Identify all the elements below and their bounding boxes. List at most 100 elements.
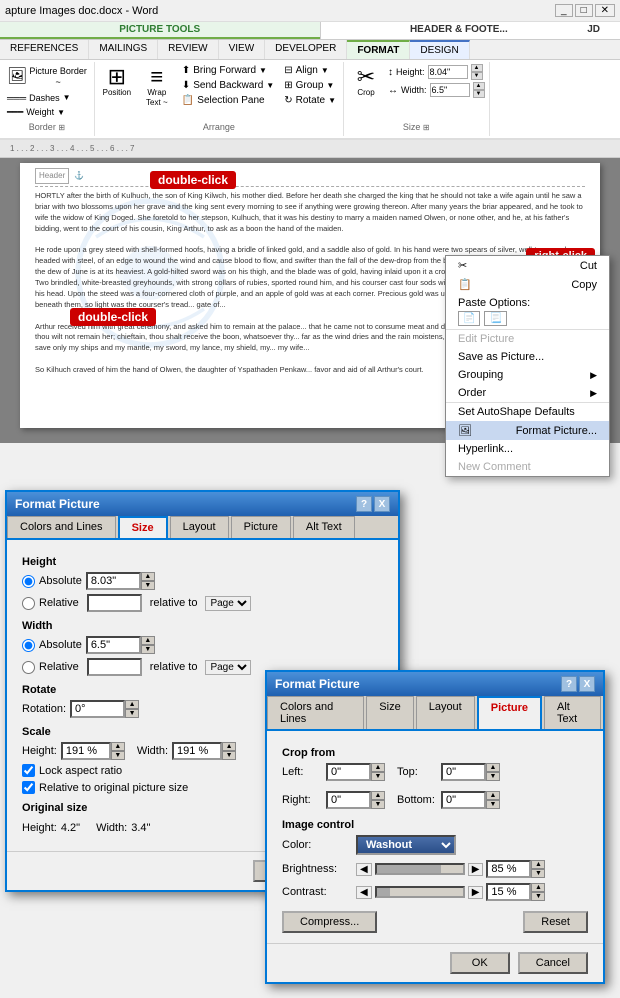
height-spin-up[interactable]: ▲	[141, 572, 155, 581]
crop-right-input[interactable]	[326, 791, 371, 809]
dialog2-tab-layout[interactable]: Layout	[416, 696, 475, 729]
rotate-btn[interactable]: ↻ Rotate ▼	[281, 94, 339, 107]
contrast-input[interactable]	[486, 883, 531, 901]
tab-design[interactable]: DESIGN	[410, 40, 469, 59]
lock-aspect-checkbox[interactable]	[22, 764, 35, 777]
tab-format[interactable]: FORMAT	[347, 40, 410, 59]
tab-mailings[interactable]: MAILINGS	[89, 40, 158, 59]
width-relative-radio[interactable]	[22, 661, 35, 674]
tab-developer[interactable]: DEVELOPER	[265, 40, 347, 59]
width-spin-up[interactable]: ▲	[473, 82, 485, 90]
scale-width-spin-down[interactable]: ▼	[222, 751, 236, 760]
dialog1-tab-alt-text[interactable]: Alt Text	[293, 516, 355, 538]
dialog1-close-btn[interactable]: X	[374, 496, 390, 512]
size-expand-icon[interactable]: ⊞	[423, 123, 430, 132]
crop-left-spin-down[interactable]: ▼	[371, 772, 385, 781]
width-spin-down[interactable]: ▼	[473, 90, 485, 98]
crop-left-spin-up[interactable]: ▲	[371, 763, 385, 772]
bring-forward-btn[interactable]: ⬆ Bring Forward ▼	[179, 64, 277, 77]
dialog1-tab-colors-lines[interactable]: Colors and Lines	[7, 516, 116, 538]
wrap-text-btn[interactable]: ≡ Wrap Text ~	[139, 64, 175, 109]
crop-bottom-input[interactable]	[441, 791, 486, 809]
width-relative-input[interactable]	[87, 658, 142, 676]
tab-review[interactable]: REVIEW	[158, 40, 218, 59]
height-absolute-radio[interactable]	[22, 575, 35, 588]
dialog2-cancel-btn[interactable]: Cancel	[518, 952, 588, 974]
contrast-spin-down[interactable]: ▼	[531, 892, 545, 901]
contrast-spin-up[interactable]: ▲	[531, 883, 545, 892]
scale-height-spin-up[interactable]: ▲	[111, 742, 125, 751]
ctx-hyperlink[interactable]: Hyperlink...	[446, 440, 609, 458]
dialog1-tab-picture[interactable]: Picture	[231, 516, 291, 538]
scale-height-input[interactable]	[61, 742, 111, 760]
selection-pane-btn[interactable]: 📋 Selection Pane	[179, 94, 277, 107]
width-input[interactable]	[430, 83, 470, 97]
dialog2-close-btn[interactable]: X	[579, 676, 595, 692]
height-spin-down[interactable]: ▼	[141, 581, 155, 590]
height-relative-input[interactable]	[87, 594, 142, 612]
align-btn[interactable]: ⊟ Align ▼	[281, 64, 339, 77]
restore-btn[interactable]: □	[575, 4, 593, 17]
width-spin-down[interactable]: ▼	[141, 645, 155, 654]
tab-references[interactable]: REFERENCES	[0, 40, 89, 59]
send-backward-btn[interactable]: ⬇ Send Backward ▼	[179, 79, 277, 92]
paste-icon-1[interactable]: 📄	[458, 311, 480, 326]
ctx-cut[interactable]: ✂ Cut	[446, 256, 609, 275]
paste-icon-2[interactable]: 📃	[484, 311, 506, 326]
crop-left-input[interactable]	[326, 763, 371, 781]
dialog2-tab-colors-lines[interactable]: Colors and Lines	[267, 696, 364, 729]
brightness-right-btn[interactable]: ▶	[468, 863, 484, 876]
ctx-order[interactable]: Order ▶	[446, 384, 609, 402]
border-expand-icon[interactable]: ⊞	[58, 123, 65, 132]
dialog2-tab-picture[interactable]: Picture	[477, 696, 542, 729]
dialog2-reset-btn[interactable]: Reset	[523, 911, 588, 933]
ctx-save-as-picture[interactable]: Save as Picture...	[446, 348, 609, 366]
height-relative-select[interactable]: Page	[205, 596, 251, 611]
compress-btn[interactable]: Compress...	[282, 911, 377, 933]
ctx-format-picture[interactable]: 🖼 Format Picture...	[446, 421, 609, 440]
color-select[interactable]: Washout Automatic Grayscale Black & Whit…	[356, 835, 456, 855]
contrast-left-btn[interactable]: ◀	[356, 886, 372, 899]
dialog1-tab-layout[interactable]: Layout	[170, 516, 229, 538]
group-btn[interactable]: ⊞ Group ▼	[281, 79, 339, 92]
crop-bottom-spin-up[interactable]: ▲	[486, 791, 500, 800]
height-absolute-input[interactable]	[86, 572, 141, 590]
crop-right-spin-up[interactable]: ▲	[371, 791, 385, 800]
width-spin-up[interactable]: ▲	[141, 636, 155, 645]
crop-right-spin-down[interactable]: ▼	[371, 800, 385, 809]
ctx-paste-options[interactable]: Paste Options: 📄 📃	[446, 294, 609, 329]
ctx-set-autoshape[interactable]: Set AutoShape Defaults	[446, 402, 609, 421]
width-relative-select[interactable]: Page	[205, 660, 251, 675]
crop-bottom-spin-down[interactable]: ▼	[486, 800, 500, 809]
height-input[interactable]	[428, 65, 468, 79]
height-spin-down[interactable]: ▼	[471, 72, 483, 80]
brightness-spin-down[interactable]: ▼	[531, 869, 545, 878]
crop-top-input[interactable]	[441, 763, 486, 781]
rotation-spin-down[interactable]: ▼	[125, 709, 139, 718]
height-spin-up[interactable]: ▲	[471, 64, 483, 72]
scale-height-spin-down[interactable]: ▼	[111, 751, 125, 760]
scale-width-spin-up[interactable]: ▲	[222, 742, 236, 751]
brightness-spin-up[interactable]: ▲	[531, 860, 545, 869]
ctx-grouping[interactable]: Grouping ▶	[446, 366, 609, 384]
width-absolute-radio[interactable]	[22, 639, 35, 652]
weight-btn[interactable]: ━━━ Weight ▼	[4, 106, 68, 119]
brightness-input[interactable]	[486, 860, 531, 878]
dashes-btn[interactable]: ═══ Dashes ▼	[4, 92, 74, 104]
tab-view[interactable]: VIEW	[219, 40, 266, 59]
minimize-btn[interactable]: _	[555, 4, 573, 17]
crop-top-spin-down[interactable]: ▼	[486, 772, 500, 781]
dialog2-help-btn[interactable]: ?	[561, 676, 577, 692]
dialog2-tab-size[interactable]: Size	[366, 696, 413, 729]
brightness-left-btn[interactable]: ◀	[356, 863, 372, 876]
dialog1-tab-size[interactable]: Size	[118, 516, 168, 538]
crop-top-spin-up[interactable]: ▲	[486, 763, 500, 772]
ctx-copy[interactable]: 📋 Copy	[446, 275, 609, 294]
position-btn[interactable]: ⊞ Position	[99, 64, 135, 100]
height-relative-radio[interactable]	[22, 597, 35, 610]
dialog1-help-btn[interactable]: ?	[356, 496, 372, 512]
contrast-right-btn[interactable]: ▶	[468, 886, 484, 899]
rotation-spin-up[interactable]: ▲	[125, 700, 139, 709]
close-btn[interactable]: ✕	[595, 4, 615, 17]
relative-original-checkbox[interactable]	[22, 781, 35, 794]
